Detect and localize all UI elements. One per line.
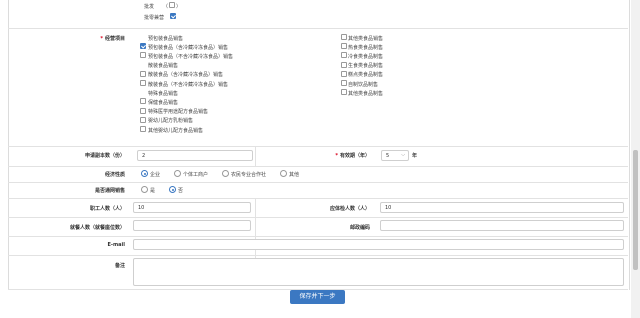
validity-label: * 有效期（年） [335,153,370,159]
economic-radio[interactable] [280,170,287,177]
business-item-label: 生食类食品制售 [348,63,384,70]
business-item-checkbox[interactable] [140,80,146,86]
business-item-checkbox[interactable] [140,107,146,114]
business-item-label: 预包装食品（不含冷藏冷冻食品）销售 [148,53,234,60]
online-label: 是否通网销售 [94,188,125,194]
copies-input[interactable]: 2 [137,150,253,161]
economic-radio[interactable] [174,170,181,177]
economic-label: 经济性质 [104,172,125,178]
business-item-label: 冷食类食品制售 [348,53,384,60]
jobs-label: 就餐人数（就餐座位数） [69,225,125,231]
remark-textarea[interactable] [133,258,624,286]
validity-unit: 年 [412,153,418,159]
copies-label: 申请副本数（份） [84,153,125,159]
business-item-checkbox[interactable] [341,34,347,40]
business-item-checkbox[interactable] [140,43,146,50]
divider [8,146,628,147]
email-input[interactable] [133,239,624,250]
scrollbar-thumb[interactable] [633,150,638,270]
validity-select[interactable]: 5 ⌵ [381,150,409,161]
staff-label: 职工人数（人） [89,206,125,212]
business-item-checkbox[interactable] [341,52,347,59]
business-item-checkbox[interactable] [341,80,347,86]
postcode-label: 邮政编码 [349,225,370,231]
divider [8,217,628,218]
paren-close: ） [176,4,182,10]
business-item-label: 预包装食品（含冷藏冷冻食品）销售 [148,44,229,51]
divider [8,28,628,29]
divider [8,236,628,237]
business-item-checkbox[interactable] [341,89,347,96]
online-sales-option-label: 否 [178,188,184,194]
business-item-checkbox[interactable] [140,52,146,59]
business-item-label: 婴幼儿配方乳粉销售 [148,118,194,125]
business-item-checkbox[interactable] [341,70,347,77]
divider [8,255,628,256]
jobs-input[interactable] [133,220,251,231]
business-item-label: 其他婴幼儿配方食品销售 [148,127,204,134]
mixed-label: 批零兼营 [144,15,165,21]
business-item-label: 散装食品（含冷藏冷冻食品）销售 [148,72,224,79]
mixed-checkbox[interactable] [170,13,176,19]
paren-open: （ [163,4,169,10]
economic-radio[interactable] [141,170,148,177]
staff-input[interactable]: 10 [133,202,251,213]
divider [8,198,628,199]
business-item-label: 特殊食品销售 [148,90,179,97]
economic-option-label: 农民专业合作社 [231,172,267,178]
business-item-checkbox[interactable] [140,98,146,105]
business-item-label: 散装食品销售 [148,63,179,70]
health-input[interactable]: 10 [380,202,624,213]
business-item-label: 特殊医学用途配方食品销售 [148,109,209,116]
save-next-button[interactable]: 保存并下一步 [290,290,345,304]
economic-radio[interactable] [222,170,229,177]
online-sales-option-label: 是 [150,188,156,194]
health-label: 应体检人数（人） [329,206,370,212]
business-item-label: 自制饮品制售 [348,81,379,88]
divider [255,146,256,166]
business-item-label: 糕点类食品制售 [348,72,384,79]
business-item-label: 热食类食品制售 [348,44,384,51]
business-item-checkbox[interactable] [140,70,146,77]
email-label: E-mail [107,242,125,248]
business-item-checkbox[interactable] [140,126,146,132]
business-item-label: 预包装食品销售 [148,35,184,42]
divider [8,166,628,167]
business-item-checkbox[interactable] [341,61,347,68]
online-sales-radio[interactable] [169,186,176,193]
divider [8,182,628,183]
wholesale-label: 批发 [144,4,155,10]
remark-label: 备注 [114,263,125,269]
business-item-label: 其他类食品制售 [348,90,384,97]
business-item-checkbox[interactable] [341,43,347,50]
economic-option-label: 其他 [289,172,300,178]
wholesale-checkbox[interactable] [169,2,175,8]
business-item-label: 保健食品销售 [148,99,179,106]
business-label: * 经营项目 [100,36,125,42]
chevron-down-icon: ⌵ [401,152,405,158]
postcode-input[interactable] [380,220,624,231]
business-item-label: 散装食品（不含冷藏冷冻食品）销售 [148,81,229,88]
business-item-label: 其他类食品销售 [348,35,384,42]
economic-option-label: 个体工商户 [183,172,209,178]
online-sales-radio[interactable] [141,186,148,193]
economic-option-label: 企业 [150,172,161,178]
business-item-checkbox[interactable] [140,116,146,123]
